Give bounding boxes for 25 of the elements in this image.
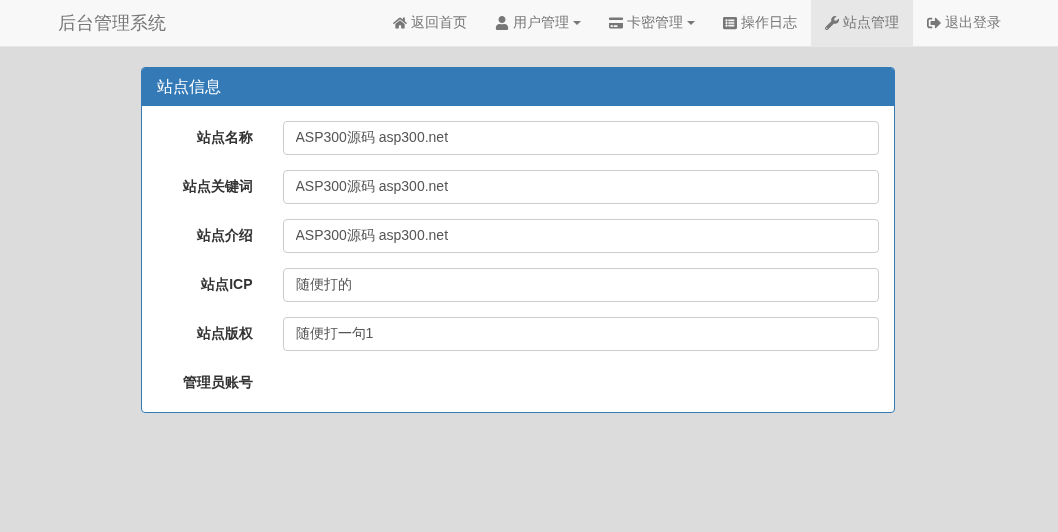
nav-item[interactable]: 操作日志 [709, 0, 811, 46]
panel-title: 站点信息 [141, 68, 894, 106]
sign-out-icon [927, 16, 941, 30]
input-field[interactable]: ASP300源码 asp300.net [282, 170, 879, 204]
field-label: 站点版权 [195, 325, 253, 343]
card-icon [609, 16, 623, 30]
field-label: 站点ICP [200, 276, 253, 294]
field-label: 管理员账号 [181, 374, 253, 392]
brand-title[interactable]: 后台管理系统 [58, 0, 166, 46]
field-label: 站点关键词 [181, 178, 253, 196]
wrench-icon [825, 16, 839, 30]
input-field[interactable]: 随便打一句1 [282, 317, 879, 351]
field-label: 站点名称 [195, 129, 253, 147]
nav-item[interactable]: 卡密管理 [595, 0, 709, 46]
home-icon [393, 16, 407, 30]
field-label: 站点介绍 [195, 227, 253, 245]
input-field[interactable]: 随便打的 [282, 268, 879, 302]
list-icon [723, 16, 737, 30]
nav-item[interactable]: 用户管理 [481, 0, 595, 46]
nav-item[interactable]: 站点管理 [811, 0, 913, 46]
input-field[interactable]: ASP300源码 asp300.net [282, 121, 879, 155]
nav-item[interactable]: 返回首页 [379, 0, 481, 46]
input-field[interactable]: ASP300源码 asp300.net [282, 219, 879, 253]
user-icon [495, 16, 509, 30]
nav-item[interactable]: 退出登录 [913, 0, 1015, 46]
